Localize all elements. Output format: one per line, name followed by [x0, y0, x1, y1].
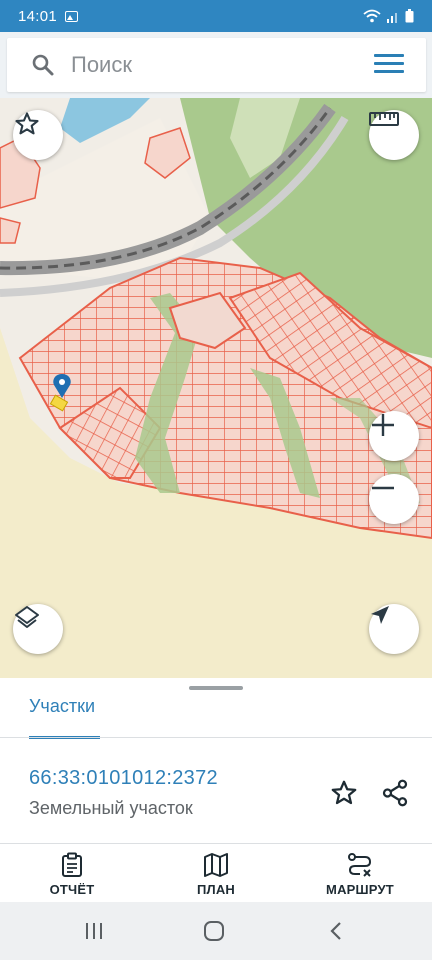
cadastral-number[interactable]: 66:33:0101012:2372	[29, 767, 218, 790]
wifi-icon	[363, 9, 381, 23]
favorite-star-icon	[331, 780, 357, 805]
report-label: ОТЧЁТ	[49, 882, 95, 897]
status-bar: 14:01	[0, 0, 432, 32]
share-button[interactable]	[378, 776, 412, 810]
favorite-star-icon	[15, 112, 39, 135]
battery-icon	[405, 9, 414, 23]
report-icon	[62, 852, 82, 877]
layers-button[interactable]	[13, 604, 63, 654]
back-icon[interactable]	[322, 919, 350, 943]
ruler-icon	[369, 112, 399, 126]
app-root: 14:01 Поиск Участки 66:33:0101012:2372 З…	[0, 0, 432, 960]
action-bar: ОТЧЁТ ПЛАН МАРШРУТ	[0, 844, 432, 902]
my-location-button[interactable]	[369, 604, 419, 654]
search-input[interactable]: Поиск	[71, 52, 132, 78]
tab-parcels[interactable]: Участки	[29, 696, 100, 739]
drag-handle[interactable]	[189, 686, 243, 690]
plan-button[interactable]: ПЛАН	[144, 844, 288, 902]
favorite-parcel-button[interactable]	[327, 776, 361, 810]
share-icon	[382, 779, 408, 807]
map-icon	[204, 853, 228, 877]
search-header: Поиск	[0, 32, 432, 98]
status-time: 14:01	[18, 7, 58, 25]
image-icon	[65, 10, 79, 22]
hamburger-menu-icon[interactable]	[374, 52, 404, 76]
layers-icon	[15, 606, 39, 628]
route-button[interactable]: МАРШРУТ	[288, 844, 432, 902]
parcel-type: Земельный участок	[29, 798, 193, 818]
report-button[interactable]: ОТЧЁТ	[0, 844, 144, 902]
favorite-button[interactable]	[13, 110, 63, 160]
status-icons	[363, 9, 414, 23]
navigate-arrow-icon	[371, 606, 389, 624]
signal-icon	[387, 12, 397, 23]
zoom-in-button[interactable]	[369, 411, 419, 461]
route-icon	[348, 853, 372, 877]
zoom-in-icon	[372, 414, 394, 436]
map-view[interactable]	[0, 98, 432, 678]
route-label: МАРШРУТ	[326, 882, 394, 897]
zoom-out-icon	[372, 486, 394, 490]
ruler-button[interactable]	[369, 110, 419, 160]
divider	[0, 737, 432, 738]
home-icon[interactable]	[200, 919, 228, 943]
parcel-panel: Участки 66:33:0101012:2372 Земельный уча…	[0, 678, 432, 902]
zoom-out-button[interactable]	[369, 474, 419, 524]
recent-apps-icon[interactable]	[80, 919, 108, 943]
search-icon	[32, 54, 54, 76]
tab-parcels-label: Участки	[29, 696, 95, 716]
map-canvas[interactable]	[0, 98, 432, 678]
plan-label: ПЛАН	[196, 882, 236, 897]
system-nav-bar	[0, 902, 432, 960]
search-bar[interactable]: Поиск	[7, 38, 426, 92]
